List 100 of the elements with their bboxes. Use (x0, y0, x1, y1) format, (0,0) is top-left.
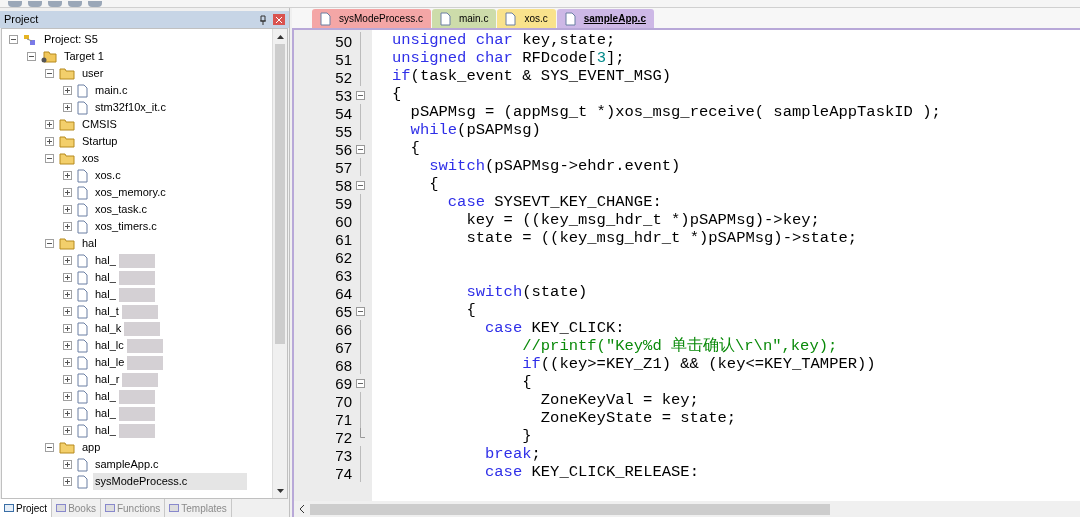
expand-icon[interactable] (63, 477, 72, 486)
tree-item[interactable]: Target 1 (62, 48, 106, 65)
code-line: { (522, 375, 532, 391)
tree-item[interactable]: Startup (80, 133, 120, 150)
expand-icon[interactable] (63, 205, 72, 214)
expand-icon[interactable] (63, 103, 72, 112)
line-number: 53 (334, 87, 353, 103)
code-line: { (466, 303, 476, 319)
fold-icon[interactable] (356, 144, 365, 154)
code-line: { (392, 87, 402, 103)
fold-icon[interactable] (356, 180, 365, 190)
expand-icon[interactable] (63, 375, 72, 384)
tree-item[interactable]: sampleApp.c (93, 456, 161, 473)
tree-item[interactable]: hal_ (93, 286, 118, 303)
line-number: 59 (334, 195, 353, 211)
file-icon (77, 321, 88, 336)
code-line: if(task_event & SYS_EVENT_MSG) (392, 69, 672, 85)
close-icon[interactable] (273, 14, 285, 25)
scrollbar-thumb[interactable] (275, 44, 285, 344)
expand-icon[interactable] (63, 290, 72, 299)
expand-icon[interactable] (63, 426, 72, 435)
collapse-icon[interactable] (45, 154, 54, 163)
tree-item[interactable]: CMSIS (80, 116, 119, 133)
code-line: unsigned char RFDcode[3]; (392, 51, 625, 67)
line-number: 56 (334, 141, 353, 157)
file-icon (77, 389, 88, 404)
collapse-icon[interactable] (45, 69, 54, 78)
expand-icon[interactable] (63, 307, 72, 316)
tree-item[interactable]: hal_ (93, 422, 118, 439)
collapse-icon[interactable] (45, 239, 54, 248)
code-line: { (429, 177, 439, 193)
fold-icon[interactable] (356, 306, 365, 316)
editor-tab[interactable]: main.c (431, 9, 497, 28)
fold-icon[interactable] (356, 90, 365, 100)
expand-icon[interactable] (63, 222, 72, 231)
file-icon (77, 423, 88, 438)
expand-icon[interactable] (63, 256, 72, 265)
tree-item[interactable]: stm32f10x_it.c (93, 99, 168, 116)
expand-icon[interactable] (45, 137, 54, 146)
pin-icon[interactable] (259, 14, 267, 25)
scrollbar-thumb[interactable] (310, 503, 830, 515)
expand-icon[interactable] (63, 392, 72, 401)
line-number: 69 (334, 375, 353, 391)
collapse-icon[interactable] (27, 52, 36, 61)
expand-icon[interactable] (63, 409, 72, 418)
line-number: 55 (334, 123, 353, 139)
tree-item[interactable]: hal_ (93, 405, 118, 422)
project-icon (23, 32, 37, 47)
panel-title: Project (4, 12, 39, 28)
editor-tab[interactable]: sampleApp.c (556, 9, 654, 28)
code-line: //printf("Key%d 单击确认\r\n",key); (522, 339, 838, 355)
expand-icon[interactable] (63, 358, 72, 367)
line-number: 63 (334, 267, 353, 283)
editor-tab[interactable]: xos.c (497, 9, 556, 28)
tree-item[interactable]: xos.c (93, 167, 123, 184)
line-number: 62 (334, 249, 353, 265)
tree-item[interactable]: hal_k (93, 320, 124, 337)
editor-tab[interactable]: sysModeProcess.c (312, 9, 431, 28)
expand-icon[interactable] (63, 460, 72, 469)
code-line: } (522, 429, 532, 445)
code-line: ZoneKeyState = state; (540, 411, 737, 427)
tree-item[interactable]: xos_timers.c (93, 218, 159, 235)
tree-item[interactable]: hal_t (93, 303, 121, 320)
tree-item[interactable]: sysModeProcess.c (93, 473, 248, 490)
tree-item[interactable]: app (80, 439, 103, 456)
expand-icon[interactable] (63, 273, 72, 282)
code-line: while(pSAPMsg) (410, 123, 541, 139)
file-icon (77, 457, 88, 472)
tree-item[interactable]: user (80, 65, 106, 82)
expand-icon[interactable] (63, 86, 72, 95)
line-number: 67 (334, 339, 353, 355)
expand-icon[interactable] (63, 188, 72, 197)
tree-item[interactable]: hal_lc (93, 337, 126, 354)
tree-item[interactable]: hal_ (93, 388, 118, 405)
collapse-icon[interactable] (45, 443, 54, 452)
code-line: if((key>=KEY_Z1) && (key<=KEY_TAMPER)) (522, 357, 876, 373)
tree-item[interactable]: xos_memory.c (93, 184, 168, 201)
expand-icon[interactable] (63, 341, 72, 350)
tree-item[interactable]: Project: S5 (42, 31, 100, 48)
tree-item[interactable]: xos (80, 150, 102, 167)
tree-item[interactable]: hal_ (93, 269, 118, 286)
tree-item[interactable]: hal_ (93, 252, 118, 269)
line-number: 57 (334, 159, 353, 175)
expand-icon[interactable] (45, 120, 54, 129)
code-line: case SYSEVT_KEY_CHANGE: (447, 195, 662, 211)
collapse-icon[interactable] (9, 35, 18, 44)
fold-icon[interactable] (356, 378, 365, 388)
tree-item[interactable]: hal_le (93, 354, 127, 371)
tree-item[interactable]: xos_task.c (93, 201, 149, 218)
expand-icon[interactable] (63, 171, 72, 180)
up-arrow-icon[interactable] (276, 34, 284, 39)
tree-item[interactable]: main.c (93, 82, 130, 99)
tree-item[interactable]: hal_r (93, 371, 122, 388)
file-icon (77, 355, 88, 370)
expand-icon[interactable] (63, 324, 72, 333)
panel-tab[interactable]: Project (0, 499, 53, 517)
vertical-scrollbar[interactable] (272, 29, 287, 498)
tree-item[interactable]: hal (80, 235, 99, 252)
down-arrow-icon[interactable] (276, 488, 284, 493)
code-line: ZoneKeyVal = key; (540, 393, 699, 409)
